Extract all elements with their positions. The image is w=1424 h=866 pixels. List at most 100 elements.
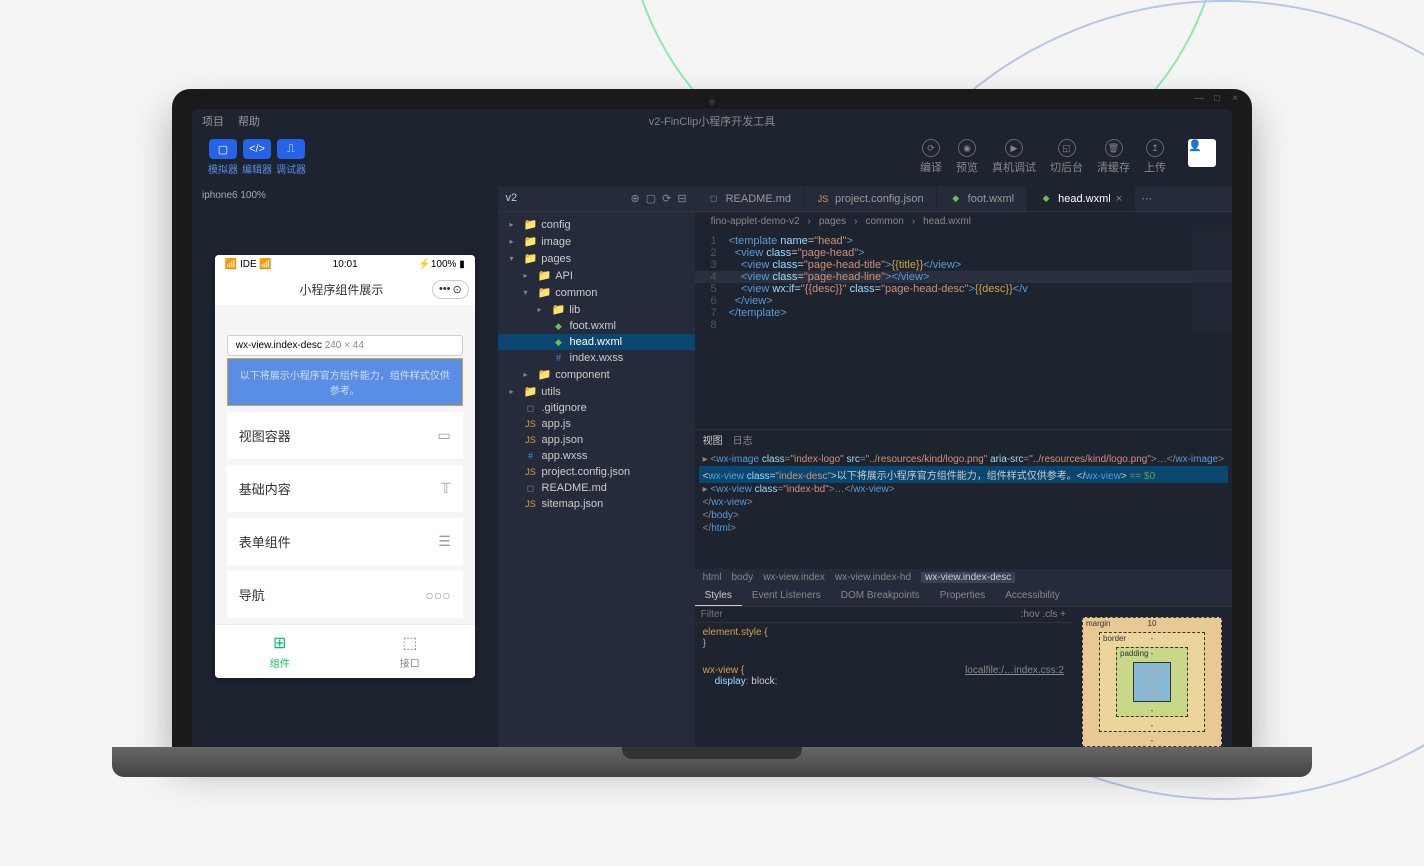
css-rule[interactable]: localfile:/…index.css:2wx-view {display:… xyxy=(695,661,1072,691)
devtools-subtab[interactable]: Styles xyxy=(695,586,742,606)
list-item[interactable]: 表单组件☰ xyxy=(227,518,463,565)
tree-item[interactable]: #app.wxss xyxy=(498,448,695,464)
close-icon[interactable]: × xyxy=(1116,193,1122,205)
app-title: 小程序组件展示 xyxy=(251,281,432,298)
tree-item[interactable]: ◻README.md xyxy=(498,480,695,496)
file-icon: ◻ xyxy=(524,403,538,414)
crumb-item[interactable]: html xyxy=(703,572,722,583)
ide-window: 项目 帮助 v2-FinClip小程序开发工具 — □ × ▢模拟器 </>编辑… xyxy=(192,109,1232,749)
tree-item[interactable]: ▾📁pages xyxy=(498,250,695,267)
editor-tab[interactable]: ◆foot.wxml xyxy=(937,186,1027,211)
chevron-icon: ▸ xyxy=(524,370,534,379)
devtools-subtab[interactable]: Properties xyxy=(930,586,996,606)
tree-item[interactable]: ▸📁API xyxy=(498,267,695,284)
preview-button[interactable]: ◉预览 xyxy=(956,139,978,175)
status-battery: ⚡100% ▮ xyxy=(418,259,464,270)
debugger-button[interactable]: ⎍ xyxy=(277,139,305,159)
minimap[interactable] xyxy=(1192,231,1232,331)
list-item[interactable]: 导航○○○ xyxy=(227,571,463,618)
dom-breadcrumb: html body wx-view.index wx-view.index-hd wx-… xyxy=(695,569,1232,586)
dom-node[interactable]: <wx-view class="index-desc">以下将展示小程序官方组件… xyxy=(699,466,1228,483)
file-icon: JS xyxy=(524,435,538,445)
upload-button[interactable]: ↥上传 xyxy=(1144,139,1166,175)
inspect-tooltip: wx-view.index-desc 240 × 44 xyxy=(227,335,463,356)
tabbar-component[interactable]: ⊞组件 xyxy=(215,625,345,678)
new-file-icon[interactable]: ⊕ xyxy=(631,192,640,205)
new-folder-icon[interactable]: ▢ xyxy=(646,192,656,205)
tree-item[interactable]: ▸📁component xyxy=(498,366,695,383)
tree-item[interactable]: ◆head.wxml xyxy=(498,334,695,350)
clear-cache-button[interactable]: 🗑清缓存 xyxy=(1097,139,1130,175)
compile-button[interactable]: ⟳编译 xyxy=(920,139,942,175)
crumb-item[interactable]: wx-view.index-hd xyxy=(835,572,911,583)
capsule-menu[interactable]: ••• ⊙ xyxy=(432,280,469,299)
filter-tools[interactable]: :hov .cls + xyxy=(1021,609,1066,620)
tree-item[interactable]: JSproject.config.json xyxy=(498,464,695,480)
dom-node[interactable]: ▸ <wx-image class="index-logo" src="../r… xyxy=(699,453,1228,466)
chevron-icon: ▸ xyxy=(510,237,520,246)
devtools-tab-view[interactable]: 视图 xyxy=(703,432,723,447)
tree-item[interactable]: ▸📁utils xyxy=(498,383,695,400)
status-time: 10:01 xyxy=(333,259,358,270)
tree-item[interactable]: JSapp.js xyxy=(498,416,695,432)
tree-item[interactable]: ▾📁common xyxy=(498,284,695,301)
tree-item[interactable]: JSapp.json xyxy=(498,432,695,448)
file-icon: # xyxy=(552,353,566,363)
more-button[interactable]: ⋯ xyxy=(1135,186,1158,211)
crumb-item[interactable]: wx-view.index xyxy=(763,572,825,583)
code-editor[interactable]: 1<template name="head">2 <view class="pa… xyxy=(695,231,1232,429)
devtools-subtab[interactable]: DOM Breakpoints xyxy=(831,586,930,606)
crumb-item[interactable]: body xyxy=(732,572,754,583)
chevron-icon: ▸ xyxy=(510,387,520,396)
chevron-icon: ▸ xyxy=(510,220,520,229)
crumb-item[interactable]: wx-view.index-desc xyxy=(921,572,1015,583)
editor-tab[interactable]: ◆head.wxml× xyxy=(1027,186,1135,211)
file-icon: ◆ xyxy=(1039,193,1053,204)
file-icon: JS xyxy=(816,194,830,204)
folder-icon: 📁 xyxy=(538,269,552,282)
devtools-subtab[interactable]: Accessibility xyxy=(995,586,1069,606)
devtools-subtab[interactable]: Event Listeners xyxy=(742,586,831,606)
file-explorer: v2 ⊕ ▢ ⟳ ⊟ ▸📁config▸📁image▾📁pages▸📁API▾📁… xyxy=(498,186,695,749)
avatar[interactable]: 👤 xyxy=(1188,139,1216,167)
dom-node[interactable]: </wx-view> xyxy=(699,496,1228,509)
editor-label: 编辑器 xyxy=(242,161,272,176)
tree-item[interactable]: ▸📁lib xyxy=(498,301,695,318)
refresh-icon[interactable]: ⟳ xyxy=(662,192,671,205)
tree-item[interactable]: #index.wxss xyxy=(498,350,695,366)
tree-item[interactable]: ◻.gitignore xyxy=(498,400,695,416)
folder-icon: 📁 xyxy=(524,252,538,265)
tree-item[interactable]: ▸📁config xyxy=(498,216,695,233)
list-item[interactable]: 基础内容𝕋 xyxy=(227,465,463,512)
tree-item[interactable]: JSsitemap.json xyxy=(498,496,695,512)
tabbar-api[interactable]: ⬚接口 xyxy=(345,625,475,678)
dom-node[interactable]: </html> xyxy=(699,522,1228,535)
collapse-icon[interactable]: ⊟ xyxy=(677,192,686,205)
css-rule[interactable]: </span><span class="rule-sel">.index-des… xyxy=(695,653,1072,661)
simulator-button[interactable]: ▢ xyxy=(209,139,237,159)
editor-button[interactable]: </> xyxy=(243,139,271,159)
list-item[interactable]: 视图容器▭ xyxy=(227,412,463,459)
background-button[interactable]: ◱切后台 xyxy=(1050,139,1083,175)
tree-item[interactable]: ▸📁image xyxy=(498,233,695,250)
dom-node[interactable]: </body> xyxy=(699,509,1228,522)
styles-filter-input[interactable] xyxy=(701,609,1021,620)
editor-panel: ◻README.mdJSproject.config.json◆foot.wxm… xyxy=(695,186,1232,749)
dom-tree[interactable]: ▸ <wx-image class="index-logo" src="../r… xyxy=(695,449,1232,569)
explorer-root: v2 xyxy=(506,192,518,205)
simulator-panel: iphone6 100% 📶 IDE 📶 10:01 ⚡100% ▮ 小程序组件… xyxy=(192,186,498,749)
devtools-tab-console[interactable]: 日志 xyxy=(733,432,753,447)
editor-tab[interactable]: JSproject.config.json xyxy=(804,186,937,211)
phone-simulator: 📶 IDE 📶 10:01 ⚡100% ▮ 小程序组件展示 ••• ⊙ wx-v… xyxy=(215,255,475,678)
editor-tab[interactable]: ◻README.md xyxy=(695,186,804,211)
remote-debug-button[interactable]: ▶真机调试 xyxy=(992,139,1036,175)
dom-node[interactable]: ▸ <wx-view class="index-bd">…</wx-view> xyxy=(699,483,1228,496)
styles-pane[interactable]: :hov .cls + element.style {}</span><span… xyxy=(695,607,1072,749)
item-icon: 𝕋 xyxy=(441,480,451,497)
toolbar: ▢模拟器 </>编辑器 ⎍调试器 ⟳编译 ◉预览 ▶真机调试 ◱切后台 🗑清缓存… xyxy=(192,133,1232,186)
status-carrier: 📶 IDE 📶 xyxy=(225,259,272,270)
tree-item[interactable]: ◆foot.wxml xyxy=(498,318,695,334)
chevron-icon: ▸ xyxy=(524,271,534,280)
folder-icon: 📁 xyxy=(524,235,538,248)
css-rule[interactable]: element.style {} xyxy=(695,623,1072,653)
